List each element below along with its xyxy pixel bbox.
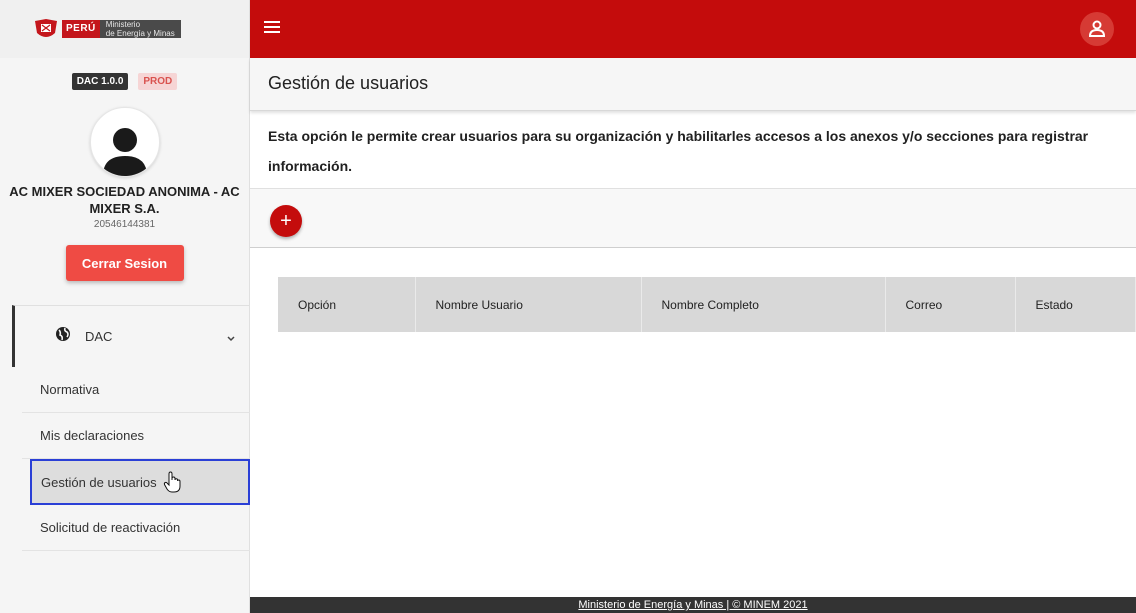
column-header-nombre-usuario[interactable]: Nombre Usuario xyxy=(415,277,642,332)
column-header-opcion[interactable]: Opción xyxy=(278,277,416,332)
sidebar-item-solicitud-reactivacion[interactable]: Solicitud de reactivación xyxy=(22,505,250,551)
globe-icon xyxy=(55,326,71,347)
page-description: Esta opción le permite crear usuarios pa… xyxy=(268,128,1089,174)
logo-country: PERÚ xyxy=(62,20,100,38)
environment-badge: PROD xyxy=(138,73,178,90)
user-icon xyxy=(1088,20,1106,37)
organization-name: AC MIXER SOCIEDAD ANONIMA - AC MIXER S.A… xyxy=(9,184,240,216)
footer-link[interactable]: Ministerio de Energía y Minas | © MINEM … xyxy=(578,599,807,611)
sidebar-menu: DAC Normativa Mis declaraciones Gestión … xyxy=(0,305,250,551)
avatar xyxy=(89,107,160,177)
logo-ministry: Ministerio de Energía y Minas xyxy=(99,20,181,38)
ministry-logo[interactable]: PERÚ Ministerio de Energía y Minas xyxy=(30,16,181,42)
table-header-row: Opción Nombre Usuario Nombre Completo Co… xyxy=(278,277,1136,332)
sidebar-item-label: Gestión de usuarios xyxy=(41,474,157,490)
top-bar xyxy=(250,0,1136,58)
column-header-estado[interactable]: Estado xyxy=(1015,277,1136,332)
menu-group-dac[interactable]: DAC xyxy=(12,305,250,367)
page-title: Gestión de usuarios xyxy=(268,73,429,93)
version-badge: DAC 1.0.0 xyxy=(71,73,129,90)
user-menu-button[interactable] xyxy=(1080,12,1114,46)
hamburger-menu-icon[interactable] xyxy=(264,20,280,39)
user-silhouette-icon xyxy=(102,128,147,176)
add-user-button[interactable]: + xyxy=(270,205,302,237)
logo-ministry-line2: de Energía y Minas xyxy=(105,28,175,38)
column-header-correo[interactable]: Correo xyxy=(885,277,1016,332)
sidebar: PERÚ Ministerio de Energía y Minas DAC 1… xyxy=(0,0,250,613)
hand-cursor-icon xyxy=(163,471,181,493)
column-header-nombre-completo[interactable]: Nombre Completo xyxy=(641,277,886,332)
logout-button[interactable]: Cerrar Sesion xyxy=(65,245,184,281)
chevron-down-icon[interactable] xyxy=(226,330,236,348)
sidebar-item-gestion-usuarios[interactable]: Gestión de usuarios xyxy=(30,459,250,505)
sidebar-item-normativa[interactable]: Normativa xyxy=(22,367,250,413)
sidebar-item-mis-declaraciones[interactable]: Mis declaraciones xyxy=(22,413,250,459)
brand-bar: PERÚ Ministerio de Energía y Minas xyxy=(0,0,249,58)
users-table: Opción Nombre Usuario Nombre Completo Co… xyxy=(278,277,1136,332)
coat-of-arms-icon xyxy=(30,16,62,42)
menu-group-label: DAC xyxy=(85,329,113,344)
organization-ruc: 20546144381 xyxy=(93,219,156,230)
page-header: Gestión de usuarios xyxy=(250,58,1136,111)
version-badges: DAC 1.0.0 PROD xyxy=(0,73,249,90)
action-bar: + xyxy=(250,188,1136,248)
footer: Ministerio de Energía y Minas | © MINEM … xyxy=(250,597,1136,613)
